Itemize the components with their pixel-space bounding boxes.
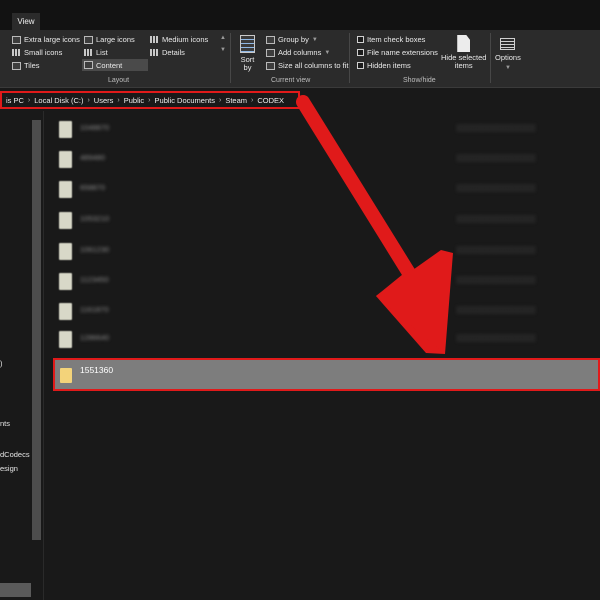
annotation-arrow <box>296 95 453 354</box>
annotation-arrow-shaft <box>296 95 424 293</box>
